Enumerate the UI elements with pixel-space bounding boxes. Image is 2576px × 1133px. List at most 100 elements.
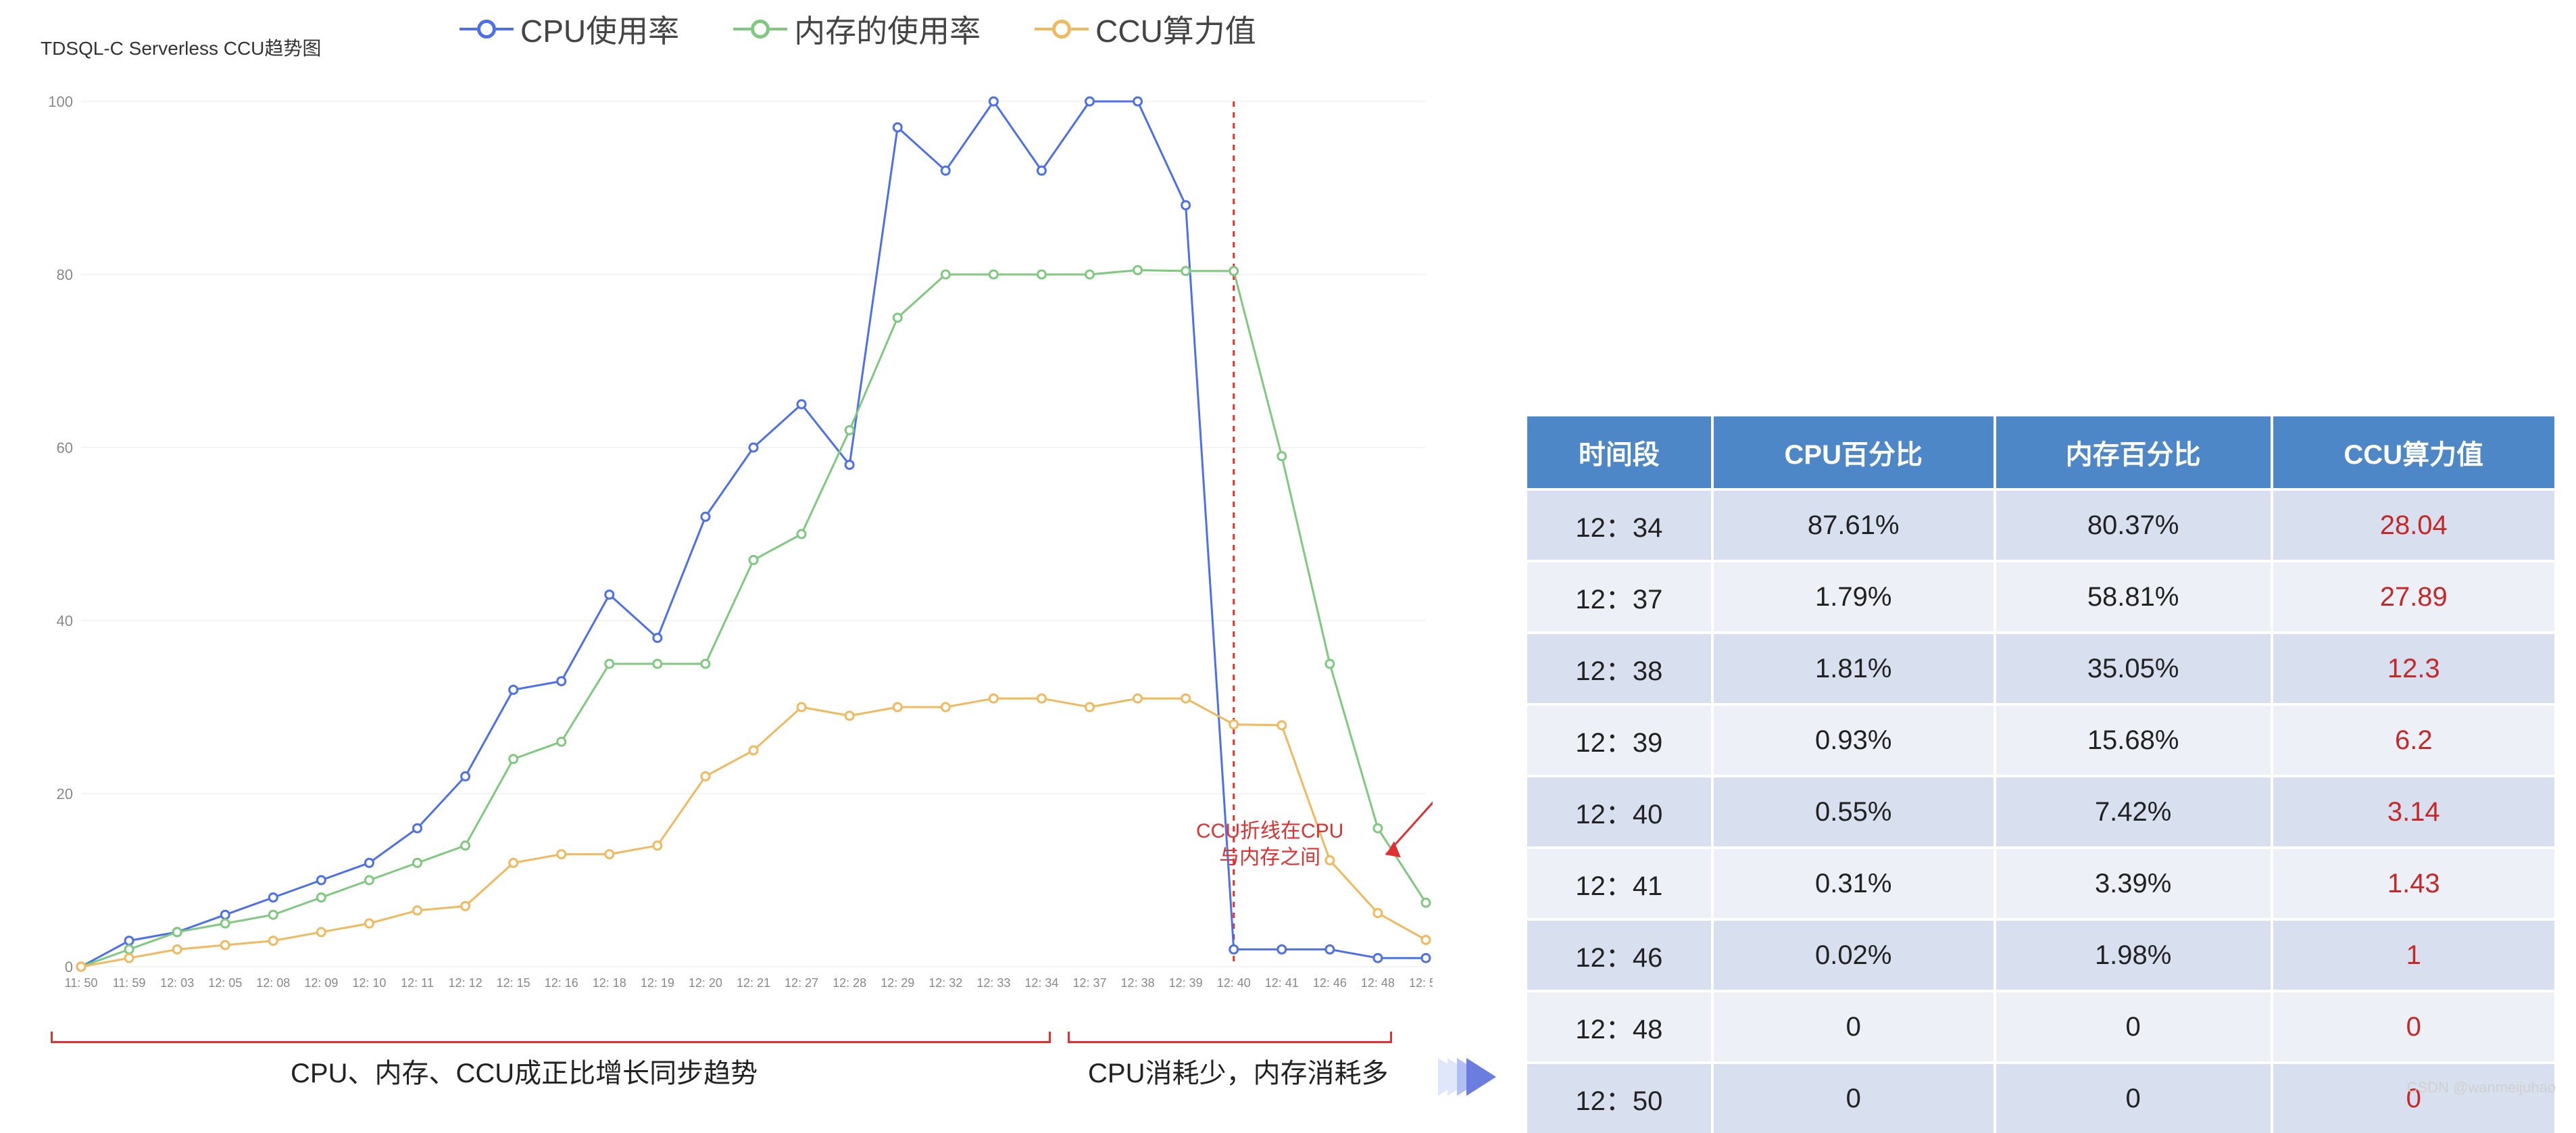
svg-text:12: 33: 12: 33: [976, 976, 1010, 990]
svg-text:12: 16: 12: 16: [545, 976, 578, 990]
table-cell: 15.68%: [1995, 704, 2272, 776]
svg-text:12: 46: 12: 46: [1313, 976, 1347, 990]
table-cell: 12：37: [1527, 561, 1712, 633]
svg-text:80: 80: [57, 266, 73, 283]
data-table: 时间段CPU百分比内存百分比CCU算力值 12：3487.61%80.37%28…: [1527, 416, 2554, 1133]
table-cell: 28.04: [2272, 489, 2554, 561]
caption-left: CPU、内存、CCU成正比增长同步趋势: [291, 1051, 758, 1090]
table-cell: 0: [1712, 1063, 1995, 1133]
svg-text:12: 48: 12: 48: [1361, 976, 1395, 990]
watermark: CSDN @wanmeijuhao: [2407, 1079, 2556, 1096]
table-cell: 12：38: [1527, 633, 1712, 704]
svg-text:12: 21: 12: 21: [737, 976, 770, 990]
caption-right: CPU消耗少，内存消耗多: [1088, 1051, 1388, 1090]
svg-text:12: 37: 12: 37: [1072, 976, 1106, 990]
legend-mark-icon: [460, 28, 514, 30]
table-cell: 1.81%: [1712, 633, 1995, 704]
table-cell: 0.31%: [1712, 848, 1995, 919]
bracket-right: [1068, 1041, 1392, 1043]
svg-text:100: 100: [48, 93, 73, 110]
table-cell: 1.43: [2272, 848, 2554, 919]
table-cell: 6.2: [2272, 704, 2554, 776]
legend-label: 内存的使用率: [794, 7, 981, 51]
table-cell: 80.37%: [1995, 489, 2272, 561]
svg-text:12: 28: 12: 28: [833, 976, 866, 990]
table-row: 12：3487.61%80.37%28.04: [1527, 489, 2554, 561]
table-cell: 7.42%: [1995, 776, 2272, 848]
svg-text:12: 40: 12: 40: [1217, 976, 1251, 990]
table-cell: 0: [2272, 991, 2554, 1063]
table-cell: 87.61%: [1712, 489, 1995, 561]
svg-text:11: 59: 11: 59: [113, 976, 146, 990]
svg-text:12: 08: 12: 08: [256, 976, 290, 990]
table-cell: 0: [2272, 1063, 2554, 1133]
legend-label: CCU算力值: [1095, 7, 1256, 51]
table-cell: 3.39%: [1995, 848, 2272, 919]
table-row: 12：460.02%1.98%1: [1527, 919, 2554, 991]
table-cell: 0: [1712, 991, 1995, 1063]
legend-mark-icon: [1035, 28, 1089, 30]
table-row: 12：371.79%58.81%27.89: [1527, 561, 2554, 633]
table-cell: 0.02%: [1712, 919, 1995, 991]
table-cell: 12：46: [1527, 919, 1712, 991]
table-header: CPU百分比: [1712, 416, 1995, 489]
table-row: 12：390.93%15.68%6.2: [1527, 704, 2554, 776]
table-cell: 12.3: [2272, 633, 2554, 704]
table-row: 12：410.31%3.39%1.43: [1527, 848, 2554, 919]
table-cell: 0.55%: [1712, 776, 1995, 848]
table-cell: 12：48: [1527, 991, 1712, 1063]
svg-text:12: 20: 12: 20: [689, 976, 722, 990]
svg-text:12: 41: 12: 41: [1265, 976, 1299, 990]
table-header: CCU算力值: [2272, 416, 2554, 489]
svg-text:12: 09: 12: 09: [304, 976, 338, 990]
table-cell: 12：50: [1527, 1063, 1712, 1133]
table-cell: 12：41: [1527, 848, 1712, 919]
legend-label: CPU使用率: [520, 7, 679, 51]
table-header: 时间段: [1527, 416, 1712, 489]
svg-text:0: 0: [65, 959, 73, 975]
table-cell: 27.89: [2272, 561, 2554, 633]
svg-text:12: 12: 12: 12: [449, 976, 482, 990]
table-cell: 58.81%: [1995, 561, 2272, 633]
legend-item-ccu: CCU算力值: [1035, 7, 1256, 51]
table-cell: 12：40: [1527, 776, 1712, 848]
svg-text:12: 03: 12: 03: [160, 976, 194, 990]
table-row: 12：50000: [1527, 1063, 2554, 1133]
bracket-left: [51, 1041, 1051, 1043]
table-row: 12：381.81%35.05%12.3: [1527, 633, 2554, 704]
table-cell: 35.05%: [1995, 633, 2272, 704]
legend-item-mem: 内存的使用率: [733, 7, 981, 51]
svg-text:12: 27: 12: 27: [785, 976, 818, 990]
svg-text:11: 50: 11: 50: [65, 976, 98, 990]
annotation-ccu-between: CCU折线在CPU 与内存之间: [1196, 818, 1343, 871]
svg-text:12: 39: 12: 39: [1169, 976, 1203, 990]
table-cell: 1.79%: [1712, 561, 1995, 633]
table-cell: 3.14: [2272, 776, 2554, 848]
table-header: 内存百分比: [1995, 416, 2272, 489]
table-cell: 12：34: [1527, 489, 1712, 561]
svg-text:12: 34: 12: 34: [1024, 976, 1058, 990]
svg-text:12: 18: 12: 18: [593, 976, 626, 990]
svg-text:12: 10: 12: 10: [352, 976, 386, 990]
svg-text:12: 29: 12: 29: [881, 976, 914, 990]
legend-item-cpu: CPU使用率: [460, 7, 679, 51]
chart-title: TDSQL-C Serverless CCU趋势图: [41, 34, 321, 61]
table-cell: 1: [2272, 919, 2554, 991]
svg-text:12: 32: 12: 32: [928, 976, 962, 990]
svg-text:12: 11: 12: 11: [401, 976, 434, 990]
svg-text:12: 15: 12: 15: [497, 976, 530, 990]
table-cell: 12：39: [1527, 704, 1712, 776]
table-cell: 0: [1995, 1063, 2272, 1133]
legend-mark-icon: [733, 28, 787, 30]
svg-text:12: 19: 12: 19: [641, 976, 674, 990]
table-cell: 0: [1995, 991, 2272, 1063]
table-cell: 0.93%: [1712, 704, 1995, 776]
arrow-icon: [1466, 1058, 1496, 1096]
table-row: 12：48000: [1527, 991, 2554, 1063]
svg-text:20: 20: [57, 786, 73, 802]
table-cell: 1.98%: [1995, 919, 2272, 991]
svg-text:12: 05: 12: 05: [208, 976, 242, 990]
svg-text:12: 50: 12: 50: [1409, 976, 1433, 990]
svg-text:40: 40: [57, 612, 73, 629]
svg-text:12: 38: 12: 38: [1121, 976, 1155, 990]
